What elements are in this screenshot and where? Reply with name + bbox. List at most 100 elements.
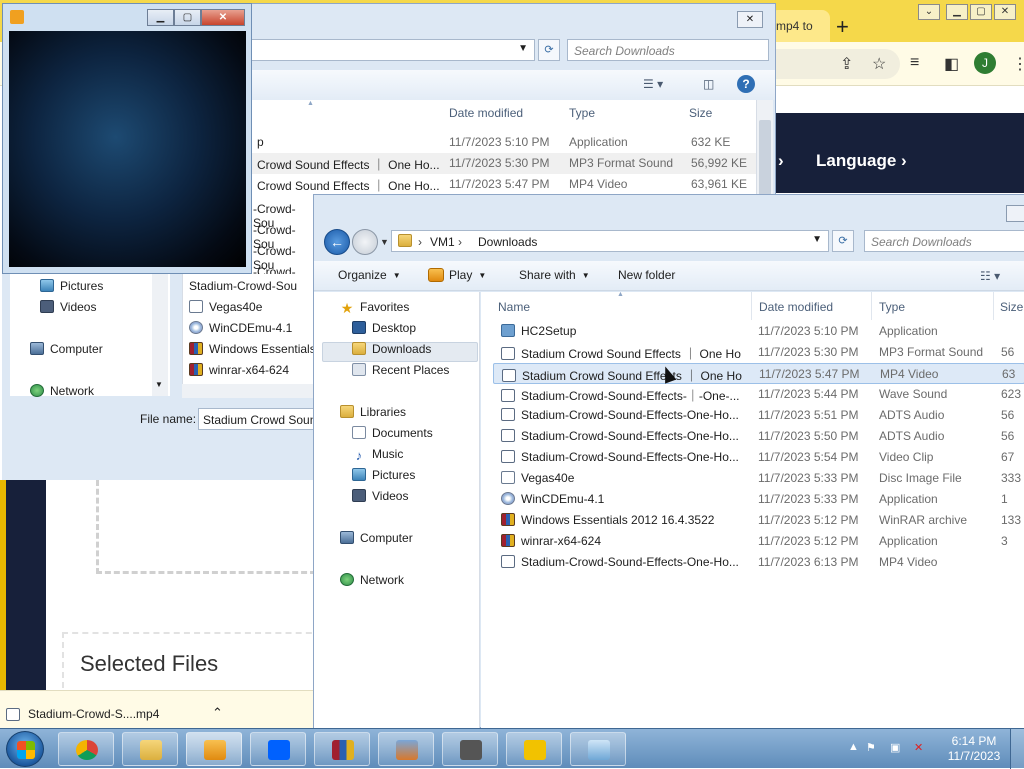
table-row[interactable]: Stadium-Crowd-Sound-Effects-One-Ho... 11/… <box>493 552 1024 573</box>
more-menu-icon[interactable]: ⋮ <box>1012 54 1024 74</box>
organize-button[interactable]: Organize ▼ <box>338 268 401 282</box>
play-button[interactable]: Play ▼ <box>428 268 486 282</box>
table-row[interactable]: Vegas40e 11/7/2023 5:33 PM Disc Image File… <box>493 468 1024 489</box>
breadcrumb-separator-icon[interactable]: › <box>418 235 422 249</box>
file-name-input[interactable]: Stadium Crowd Sound Effects <box>198 408 314 430</box>
table-row[interactable]: winrar-x64-624 11/7/2023 5:12 PM Applicati… <box>493 531 1024 552</box>
nav-item-pictures[interactable]: Pictures <box>352 468 415 482</box>
column-divider[interactable] <box>751 292 752 320</box>
list-item[interactable]: winrar-x64-624 <box>189 363 289 377</box>
side-panel-icon[interactable]: ◧ <box>944 54 959 74</box>
minimize-button[interactable]: ▁ <box>147 9 174 26</box>
clock[interactable]: 6:14 PM 11/7/2023 <box>944 734 1004 764</box>
search-input[interactable]: Search Downloads <box>567 39 769 61</box>
address-bar[interactable]: ▼ <box>251 39 535 61</box>
horizontal-scrollbar[interactable] <box>182 384 314 398</box>
nav-item-network[interactable]: Network <box>340 573 404 587</box>
media-controls-icon[interactable]: ≡ <box>910 54 919 72</box>
chevron-down-icon[interactable]: ⌄ <box>918 4 940 20</box>
nav-item-computer[interactable]: Computer <box>30 342 103 356</box>
nav-item-music[interactable]: ♪ Music <box>352 447 404 463</box>
chevron-down-icon[interactable]: ▼ <box>518 43 528 54</box>
refresh-icon[interactable]: ⟳ <box>832 230 854 252</box>
chevron-up-icon[interactable]: ⌃ <box>212 705 223 721</box>
column-header-name[interactable]: Name <box>498 300 530 314</box>
nav-item-pictures[interactable]: Pictures <box>40 279 103 293</box>
back-arrow-icon[interactable]: ← <box>324 229 350 255</box>
scroll-down-icon[interactable]: ▼ <box>155 380 163 389</box>
chrome-tab[interactable]: mp4 to <box>770 10 830 42</box>
show-hidden-icons[interactable]: ▲ <box>848 741 859 753</box>
download-item[interactable]: Stadium-Crowd-S....mp4 <box>28 707 159 721</box>
taskbar-dropbox[interactable] <box>250 732 306 766</box>
column-header-type[interactable]: Type <box>879 300 905 314</box>
refresh-icon[interactable]: ⟳ <box>538 39 560 61</box>
file-drop-zone[interactable] <box>96 480 316 574</box>
table-row[interactable]: Stadium Crowd Sound Effects ｜ One Ho... 1… <box>493 363 1024 384</box>
table-row[interactable]: Stadium-Crowd-Sound-Effects-One-Ho... 11/… <box>493 447 1024 468</box>
table-row[interactable]: Windows Essentials 2012 16.4.3522 11/7/20… <box>493 510 1024 531</box>
nav-item-videos[interactable]: Videos <box>40 300 96 314</box>
search-input[interactable]: Search Downloads <box>864 230 1024 252</box>
file-row[interactable]: Crowd Sound Effects ｜ One Ho... 11/7/202… <box>251 153 756 174</box>
column-header-size[interactable]: Size <box>1000 300 1023 314</box>
file-row[interactable]: Crowd Sound Effects ｜ One Ho... 11/7/202… <box>251 174 756 195</box>
nav-item-downloads[interactable]: Downloads <box>352 342 431 356</box>
bookmark-star-icon[interactable]: ☆ <box>872 54 886 74</box>
maximize-button[interactable]: ▢ <box>970 4 992 20</box>
network-icon[interactable]: ▣ <box>890 741 900 754</box>
nav-item-documents[interactable]: Documents <box>352 426 433 440</box>
vertical-scrollbar[interactable]: ▼ <box>152 274 168 396</box>
column-header-date[interactable]: Date modified <box>759 300 833 314</box>
minimize-button[interactable] <box>1006 205 1024 222</box>
close-button[interactable]: ✕ <box>737 11 763 28</box>
list-item[interactable]: Stadium-Crowd-Sou <box>189 279 297 293</box>
close-button[interactable]: ✕ <box>994 4 1016 20</box>
preview-pane-icon[interactable]: ◫ <box>703 77 714 91</box>
nav-item-libraries[interactable]: Libraries <box>340 405 406 419</box>
views-icon[interactable]: ☷ ▾ <box>980 269 1000 283</box>
new-folder-button[interactable]: New folder <box>618 268 675 282</box>
share-icon[interactable]: ⇪ <box>840 54 853 74</box>
taskbar-media-player[interactable] <box>186 732 242 766</box>
start-button[interactable] <box>6 731 44 767</box>
help-icon[interactable]: ? <box>737 75 755 93</box>
chevron-down-icon[interactable]: ▼ <box>812 234 822 245</box>
share-with-button[interactable]: Share with ▼ <box>519 268 590 282</box>
column-divider[interactable] <box>871 292 872 320</box>
minimize-button[interactable]: ▁ <box>946 4 968 20</box>
language-menu[interactable]: Language › <box>816 151 907 171</box>
nav-item-recent-places[interactable]: Recent Places <box>352 363 449 377</box>
taskbar-explorer[interactable] <box>122 732 178 766</box>
nav-item-computer[interactable]: Computer <box>340 531 413 545</box>
taskbar-app-8[interactable] <box>570 732 626 766</box>
taskbar-app-7[interactable] <box>506 732 562 766</box>
column-header-date[interactable]: Date modified <box>449 106 523 120</box>
taskbar-app-5[interactable] <box>378 732 434 766</box>
title-bar[interactable]: ▁ ▢ ✕ <box>3 4 251 30</box>
list-item[interactable]: WinCDEmu-4.1 <box>189 321 292 335</box>
taskbar-chrome[interactable] <box>58 732 114 766</box>
recent-pages-dropdown[interactable]: ▼ <box>380 237 389 247</box>
breadcrumb-separator-icon[interactable]: › <box>458 235 462 249</box>
table-row[interactable]: Stadium-Crowd-Sound-Effects-One-Ho... 11/… <box>493 405 1024 426</box>
breadcrumb-vm1[interactable]: VM1 <box>430 235 455 249</box>
table-row[interactable]: Stadium-Crowd-Sound-Effects-｜-One-... 11/… <box>493 384 1024 405</box>
table-row[interactable]: Stadium-Crowd-Sound-Effects-One-Ho... 11/… <box>493 426 1024 447</box>
forward-arrow-icon[interactable] <box>352 229 378 255</box>
taskbar-winrar[interactable] <box>314 732 370 766</box>
maximize-button[interactable]: ▢ <box>174 9 201 26</box>
profile-avatar[interactable]: J <box>974 52 996 74</box>
column-header-type[interactable]: Type <box>569 106 595 120</box>
file-row[interactable]: p 11/7/2023 5:10 PM Application 632 KE <box>251 132 756 153</box>
taskbar-app-6[interactable] <box>442 732 498 766</box>
close-button[interactable]: ✕ <box>201 9 245 26</box>
table-row[interactable]: WinCDEmu-4.1 11/7/2023 5:33 PM Application… <box>493 489 1024 510</box>
nav-item-desktop[interactable]: Desktop <box>352 321 416 335</box>
list-item[interactable]: Windows Essentials <box>189 342 316 356</box>
list-item[interactable]: Vegas40e <box>189 300 262 314</box>
nav-item-favorites[interactable]: ★ Favorites <box>340 300 410 315</box>
video-display[interactable] <box>9 31 246 267</box>
views-icon[interactable]: ☰ ▾ <box>643 77 663 91</box>
scrollbar-thumb[interactable] <box>759 120 771 200</box>
